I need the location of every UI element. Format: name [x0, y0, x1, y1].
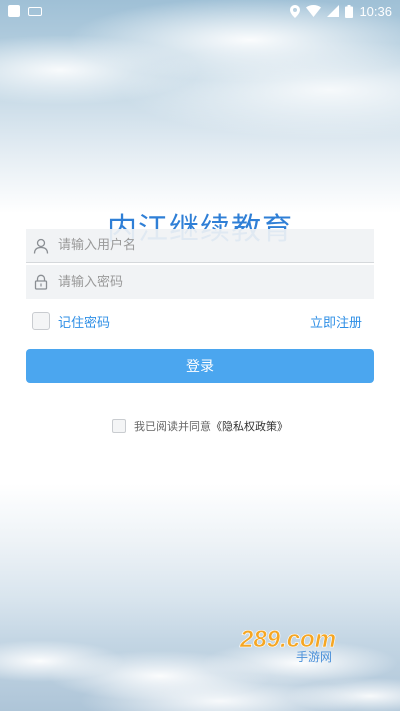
watermark-text: 289.com	[239, 626, 336, 653]
status-bar: 10:36	[0, 0, 400, 22]
location-icon	[290, 4, 301, 18]
keyboard-icon	[28, 6, 42, 16]
status-right: 10:36	[290, 4, 392, 19]
agreement-checkbox[interactable]	[112, 419, 126, 433]
remember-checkbox[interactable]	[32, 312, 50, 330]
username-field[interactable]	[26, 229, 374, 263]
agreement-text: 我已阅读并同意	[134, 420, 211, 433]
login-button[interactable]: 登录	[26, 349, 374, 383]
password-input[interactable]	[58, 267, 358, 297]
password-field[interactable]	[26, 265, 374, 299]
watermark-subtext: 手游网	[296, 650, 332, 663]
lock-icon	[32, 273, 50, 291]
wifi-icon	[306, 5, 322, 17]
remember-label: 记住密码	[58, 315, 111, 331]
battery-icon	[345, 4, 354, 18]
agreement-row: 我已阅读并同意 《隐私权政策》	[0, 416, 400, 436]
watermark-logo: 289.com 手游网	[239, 626, 337, 663]
app-icon	[8, 5, 20, 17]
status-time: 10:36	[359, 3, 392, 19]
register-link[interactable]: 立即注册	[310, 312, 362, 331]
remember-register-row: 记住密码 立即注册	[32, 310, 362, 332]
remember-password[interactable]: 记住密码	[32, 312, 110, 331]
signal-icon	[327, 5, 340, 17]
privacy-policy-link[interactable]: 《隐私权政策》	[211, 418, 288, 434]
status-left	[8, 5, 42, 17]
username-input[interactable]	[58, 230, 358, 261]
user-icon	[32, 237, 50, 255]
